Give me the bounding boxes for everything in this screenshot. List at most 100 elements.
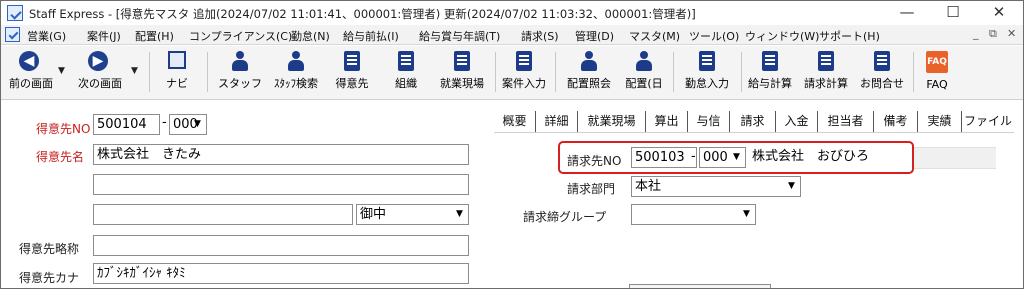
toolbar-separator (495, 52, 496, 92)
menu-sales[interactable]: 営業(G) (27, 28, 66, 44)
job-entry-button[interactable]: 案件入力 (497, 46, 551, 100)
menu-billing[interactable]: 請求(S) (521, 28, 559, 44)
contact-label: お問合せ (860, 77, 904, 90)
customer-branch-select[interactable]: 000 ▼ (169, 114, 207, 135)
back-dropdown-icon[interactable]: ▼ (58, 66, 65, 76)
contact-icon (874, 51, 890, 71)
chevron-down-icon: ▼ (788, 181, 795, 191)
billing-group-select[interactable]: ▼ (631, 204, 756, 225)
menu-advance-pay[interactable]: 給与前払(I) (343, 28, 399, 44)
toolbar-separator (149, 52, 150, 92)
tab-notes[interactable]: 備考 (874, 111, 918, 133)
tab-payment[interactable]: 入金 (776, 111, 818, 133)
organization-icon (398, 51, 414, 71)
tab-credit[interactable]: 与信 (688, 111, 730, 133)
maximize-button[interactable]: ☐ (930, 1, 976, 25)
customer-short-input[interactable] (93, 235, 469, 256)
menu-support[interactable]: サポート(H) (819, 28, 880, 44)
placement-daily-icon (635, 51, 653, 71)
tab-files[interactable]: ファイル (962, 111, 1014, 133)
title-bar: Staff Express - [得意先マスタ 追加(2024/07/02 11… (1, 1, 1023, 25)
menu-window[interactable]: ウィンドウ(W) (745, 28, 819, 44)
placement-inquiry-button[interactable]: 配置照会 (561, 46, 617, 100)
customer-label: 得意先 (335, 77, 369, 90)
billing-calc-icon (818, 51, 834, 71)
contact-button[interactable]: お問合せ (855, 46, 909, 100)
menu-attendance[interactable]: 勤怠(N) (291, 28, 330, 44)
tab-results[interactable]: 実績 (918, 111, 962, 133)
placement-inquiry-label: 配置照会 (567, 77, 611, 90)
menu-placement[interactable]: 配置(H) (135, 28, 174, 44)
code-dash: - (162, 115, 167, 130)
customer-name3-input[interactable] (93, 204, 353, 225)
placement-inquiry-icon (580, 51, 598, 71)
staff-button[interactable]: スタッフ (213, 46, 267, 100)
menu-admin[interactable]: 管理(D) (575, 28, 614, 44)
menu-master[interactable]: マスタ(M) (629, 28, 680, 44)
tab-details[interactable]: 詳細 (536, 111, 578, 133)
minimize-button[interactable]: — (884, 1, 930, 25)
honorific-select[interactable]: 御中 ▼ (356, 204, 469, 225)
billing-group-label: 請求締グループ (523, 210, 607, 224)
menu-jobs[interactable]: 案件(J) (87, 28, 121, 44)
customer-icon (344, 51, 360, 71)
billing-dept-select[interactable]: 本社 ▼ (631, 176, 801, 197)
forward-label: 次の画面 (78, 77, 122, 90)
back-label: 前の画面 (9, 77, 53, 90)
menu-tools[interactable]: ツール(O) (689, 28, 739, 44)
worksite-label: 就業現場 (440, 77, 484, 90)
navi-label: ナビ (166, 77, 188, 90)
chevron-down-icon: ▼ (456, 209, 463, 219)
customer-name-label: 得意先名 (36, 150, 85, 164)
toolbar-separator (207, 52, 208, 92)
staff-search-button[interactable]: ｽﾀｯﾌ検索 (267, 46, 325, 100)
customer-name2-input[interactable] (93, 174, 469, 195)
back-button[interactable]: ◀ 前の画面 (1, 46, 61, 100)
forward-button[interactable]: ▶ 次の画面 (67, 46, 133, 100)
faq-icon: FAQ (926, 51, 948, 73)
honorific-value: 御中 (360, 207, 387, 222)
billing-dept-value: 本社 (635, 179, 662, 194)
payroll-calc-button[interactable]: 給与計算 (743, 46, 797, 100)
staff-icon (231, 51, 249, 71)
worksite-button[interactable]: 就業現場 (433, 46, 491, 100)
customer-name-input[interactable]: 株式会社 きたみ (93, 144, 469, 165)
customer-kana-label: 得意先カナ (19, 271, 80, 285)
faq-button[interactable]: FAQ FAQ (915, 46, 959, 100)
menu-compliance[interactable]: コンプライアンス(C) (189, 28, 292, 44)
toolbar-separator (913, 52, 914, 92)
staff-search-label: ｽﾀｯﾌ検索 (274, 77, 318, 90)
staff-search-icon (287, 51, 305, 71)
mdi-minimize-button[interactable]: _ (973, 27, 979, 40)
tab-overview[interactable]: 概要 (494, 111, 536, 133)
tab-staff-in-charge[interactable]: 担当者 (818, 111, 874, 133)
chevron-down-icon: ▼ (194, 119, 201, 129)
staff-label: スタッフ (218, 77, 262, 90)
tab-billing[interactable]: 請求 (730, 111, 776, 133)
customer-button[interactable]: 得意先 (327, 46, 377, 100)
worksite-icon (454, 51, 470, 71)
mdi-restore-button[interactable]: ⧉ (989, 27, 997, 41)
tab-worksite[interactable]: 就業現場 (578, 111, 646, 133)
mdi-close-button[interactable]: ✕ (1007, 27, 1016, 40)
organization-button[interactable]: 組織 (381, 46, 431, 100)
mdi-app-icon[interactable] (5, 27, 20, 42)
tab-divider (494, 132, 1014, 133)
partial-button[interactable] (629, 284, 771, 288)
toolbar: ◀ 前の画面 ▼ ▶ 次の画面 ▼ ナビ スタッフ ｽﾀｯﾌ検索 得意先 組織 … (1, 46, 1023, 100)
placement-daily-button[interactable]: 配置(日 (619, 46, 669, 100)
menu-payroll[interactable]: 給与賞与年調(T) (419, 28, 500, 44)
billing-calc-button[interactable]: 請求計算 (799, 46, 853, 100)
navi-button[interactable]: ナビ (157, 46, 197, 100)
close-button[interactable]: ✕ (976, 1, 1022, 25)
placement-daily-label: 配置(日 (625, 77, 663, 90)
customer-code-input[interactable]: 500104 (93, 114, 160, 135)
forward-dropdown-icon[interactable]: ▼ (131, 66, 138, 76)
attendance-entry-button[interactable]: 勤怠入力 (677, 46, 737, 100)
job-entry-icon (516, 51, 532, 71)
menu-bar: 営業(G) 案件(J) 配置(H) コンプライアンス(C) 勤怠(N) 給与前払… (1, 25, 1023, 45)
tab-calculation[interactable]: 算出 (646, 111, 688, 133)
toolbar-separator (741, 52, 742, 92)
customer-kana-input[interactable]: ｶﾌﾞｼｷｶﾞｲｼｬ ｷﾀﾐ (93, 263, 469, 284)
chevron-down-icon: ▼ (743, 209, 750, 219)
